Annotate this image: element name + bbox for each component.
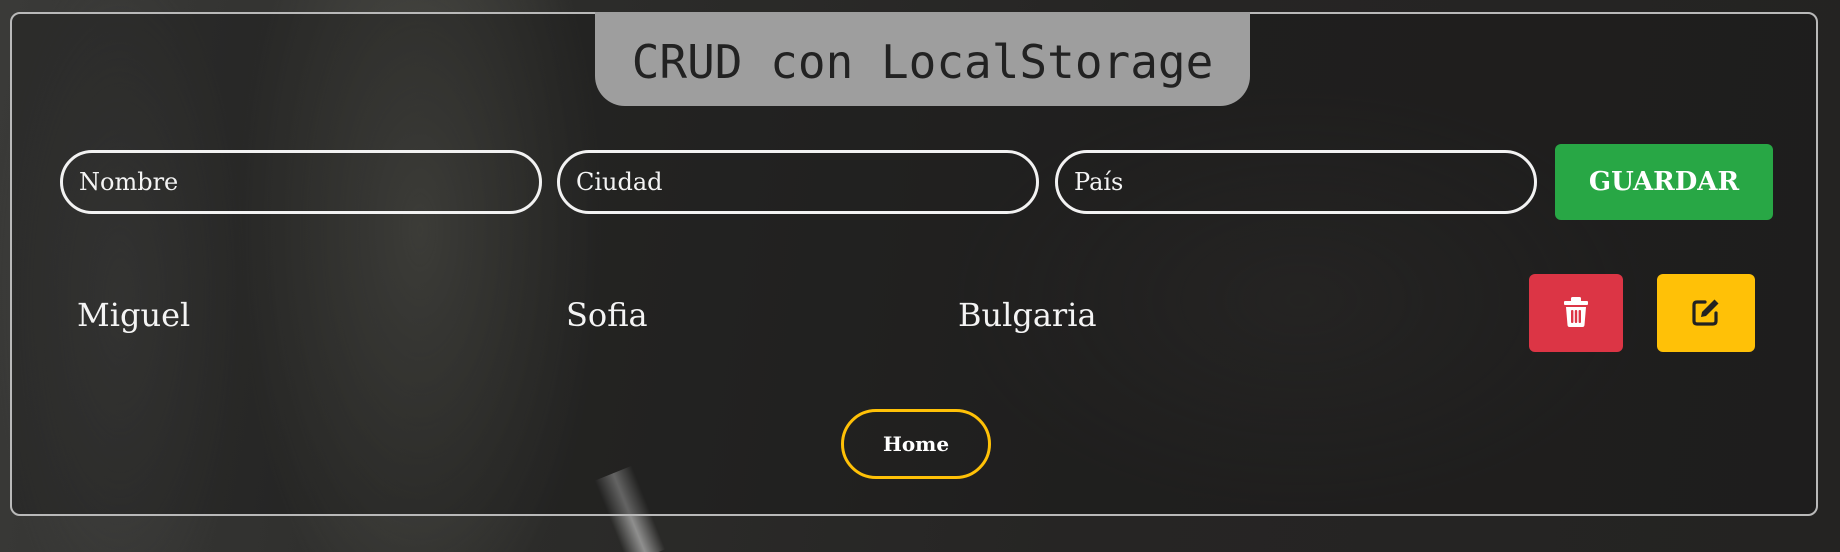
edit-button[interactable] [1657, 274, 1755, 352]
record-pais: Bulgaria [958, 296, 1097, 334]
edit-icon [1691, 297, 1721, 330]
delete-button[interactable] [1529, 274, 1623, 352]
record-ciudad: Sofia [566, 296, 648, 334]
trash-icon [1563, 296, 1589, 330]
home-button[interactable]: Home [841, 409, 991, 479]
pais-input[interactable] [1055, 150, 1537, 214]
ciudad-input[interactable] [557, 150, 1039, 214]
page-title: CRUD con LocalStorage [631, 35, 1214, 89]
nombre-input[interactable] [60, 150, 542, 214]
save-button[interactable]: GUARDAR [1555, 144, 1773, 220]
record-nombre: Miguel [77, 296, 191, 334]
crud-panel: CRUD con LocalStorage GUARDAR Miguel Sof… [10, 12, 1818, 516]
title-tab: CRUD con LocalStorage [595, 12, 1250, 106]
